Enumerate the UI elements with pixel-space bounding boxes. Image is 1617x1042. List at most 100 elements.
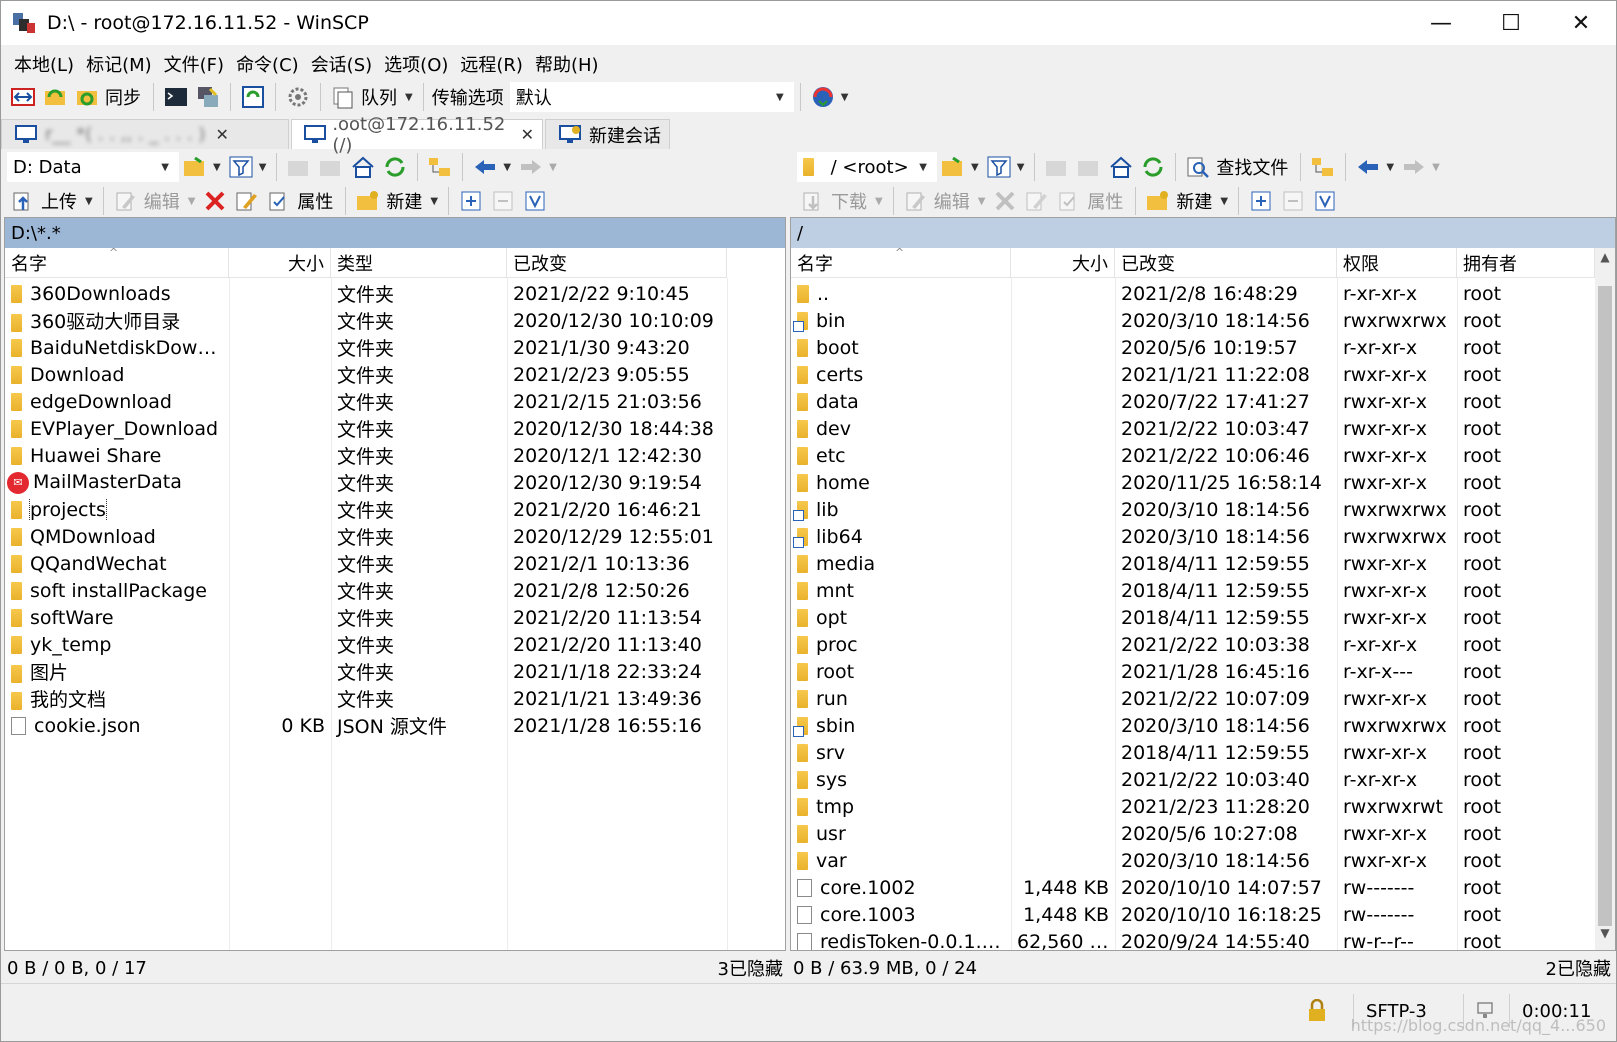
edit-button[interactable]: 编辑: [144, 188, 180, 214]
menu-commands[interactable]: 命令(C): [231, 51, 304, 77]
close-tab-icon[interactable]: ✕: [521, 125, 534, 144]
col-header-name[interactable]: 名字 ^: [791, 246, 1011, 278]
tree-view-icon[interactable]: [1310, 154, 1336, 180]
col-header-size[interactable]: 大小: [229, 248, 331, 278]
upload-icon[interactable]: [10, 188, 36, 214]
table-row[interactable]: etc 2021/2/22 10:06:46 rwxr-xr-x root: [791, 442, 1595, 469]
edit-icon[interactable]: [113, 188, 139, 214]
local-path-bar[interactable]: D:\*.*: [5, 218, 785, 248]
back-dropdown-icon[interactable]: ▼: [503, 162, 511, 173]
home-icon[interactable]: [350, 154, 376, 180]
tree-view-icon[interactable]: [427, 154, 453, 180]
refresh-icon[interactable]: [1140, 154, 1166, 180]
new-folder-icon[interactable]: [355, 188, 381, 214]
filter-select-icon[interactable]: [1312, 188, 1338, 214]
col-header-modified[interactable]: 已改变: [1115, 248, 1337, 278]
table-row[interactable]: 我的文档 文件夹 2021/1/21 13:49:36: [5, 685, 727, 712]
sync-globe-icon[interactable]: [810, 84, 836, 110]
close-tab-icon[interactable]: ✕: [215, 125, 228, 144]
table-row[interactable]: projects 文件夹 2021/2/20 16:46:21: [5, 496, 727, 523]
root-folder-icon[interactable]: [1076, 154, 1102, 180]
download-button[interactable]: 下载: [831, 188, 867, 214]
find-files-icon[interactable]: [1185, 154, 1211, 180]
queue-button[interactable]: 队列: [361, 84, 397, 110]
table-row[interactable]: media 2018/4/11 12:59:55 rwxr-xr-x root: [791, 550, 1595, 577]
col-header-type[interactable]: 类型: [331, 248, 507, 278]
table-row[interactable]: yk_temp 文件夹 2021/2/20 11:13:40: [5, 631, 727, 658]
table-row[interactable]: Download 文件夹 2021/2/23 9:05:55: [5, 361, 727, 388]
open-folder-dropdown-icon[interactable]: ▼: [213, 162, 221, 173]
sync-folder-icon[interactable]: [74, 84, 100, 110]
menu-remote[interactable]: 远程(R): [455, 51, 528, 77]
col-header-modified[interactable]: 已改变: [507, 248, 727, 278]
table-row[interactable]: mnt 2018/4/11 12:59:55 rwxr-xr-x root: [791, 577, 1595, 604]
edit-dropdown-icon[interactable]: ▼: [978, 196, 986, 207]
scrollbar-thumb[interactable]: [1598, 286, 1612, 926]
back-arrow-icon[interactable]: [1355, 154, 1381, 180]
parent-folder-icon[interactable]: [286, 154, 312, 180]
minimize-button[interactable]: —: [1406, 1, 1476, 45]
table-row[interactable]: cookie.json 0 KB JSON 源文件 2021/1/28 16:55:1…: [5, 712, 727, 739]
table-row[interactable]: run 2021/2/22 10:07:09 rwxr-xr-x root: [791, 685, 1595, 712]
menu-help[interactable]: 帮助(H): [530, 51, 604, 77]
edit-icon[interactable]: [903, 188, 929, 214]
back-arrow-icon[interactable]: [472, 154, 498, 180]
table-row[interactable]: .. 2021/2/8 16:48:29 r-xr-xr-x root: [791, 280, 1595, 307]
col-header-permissions[interactable]: 权限: [1337, 248, 1457, 278]
download-dropdown-icon[interactable]: ▼: [875, 196, 883, 207]
download-icon[interactable]: [800, 188, 826, 214]
open-folder-dropdown-icon[interactable]: ▼: [971, 162, 979, 173]
scroll-up-arrow-icon[interactable]: ▲: [1595, 250, 1615, 272]
parent-folder-icon[interactable]: [1044, 154, 1070, 180]
table-row[interactable]: data 2020/7/22 17:41:27 rwxr-xr-x root: [791, 388, 1595, 415]
putty-icon[interactable]: [195, 84, 221, 110]
table-row[interactable]: 360Downloads 文件夹 2021/2/22 9:10:45: [5, 280, 727, 307]
edit-button[interactable]: 编辑: [934, 188, 970, 214]
session-tab-1[interactable]: r__ *( . . ,, . _ . . . ) ✕: [1, 119, 289, 149]
open-folder-icon[interactable]: [182, 154, 208, 180]
filter-icon[interactable]: [986, 154, 1012, 180]
local-drive-select[interactable]: D: Data ▼: [7, 152, 179, 182]
root-folder-icon[interactable]: [318, 154, 344, 180]
table-row[interactable]: 360驱动大师目录 文件夹 2020/12/30 10:10:09: [5, 307, 727, 334]
upload-dropdown-icon[interactable]: ▼: [85, 196, 93, 207]
compare-directories-icon[interactable]: [10, 84, 36, 110]
col-header-owner[interactable]: 拥有者: [1457, 248, 1595, 278]
new-button[interactable]: 新建: [1176, 188, 1212, 214]
open-folder-icon[interactable]: [940, 154, 966, 180]
col-header-size[interactable]: 大小: [1011, 248, 1115, 278]
table-row[interactable]: boot 2020/5/6 10:19:57 r-xr-xr-x root: [791, 334, 1595, 361]
table-row[interactable]: usr 2020/5/6 10:27:08 rwxr-xr-x root: [791, 820, 1595, 847]
home-icon[interactable]: [1108, 154, 1134, 180]
table-row[interactable]: sbin 2020/3/10 18:14:56 rwxrwxrwx root: [791, 712, 1595, 739]
table-row[interactable]: var 2020/3/10 18:14:56 rwxr-xr-x root: [791, 847, 1595, 874]
session-tab-2[interactable]: .oot@172.16.11.52 (/) ✕: [291, 114, 543, 156]
table-row[interactable]: opt 2018/4/11 12:59:55 rwxr-xr-x root: [791, 604, 1595, 631]
sync-dropdown-arrow-icon[interactable]: ▼: [841, 92, 849, 103]
new-dropdown-icon[interactable]: ▼: [430, 196, 438, 207]
forward-dropdown-icon[interactable]: ▼: [1432, 162, 1440, 173]
preferences-gear-icon[interactable]: [285, 84, 311, 110]
table-row[interactable]: 图片 文件夹 2021/1/18 22:33:24: [5, 658, 727, 685]
table-row[interactable]: srv 2018/4/11 12:59:55 rwxr-xr-x root: [791, 739, 1595, 766]
scroll-down-arrow-icon[interactable]: ▼: [1595, 926, 1615, 948]
refresh-panel-icon[interactable]: [240, 84, 266, 110]
table-row[interactable]: edgeDownload 文件夹 2021/2/15 21:03:56: [5, 388, 727, 415]
forward-arrow-icon[interactable]: [1401, 154, 1427, 180]
new-session-tab[interactable]: 新建会话: [545, 119, 670, 149]
table-row[interactable]: certs 2021/1/21 11:22:08 rwxr-xr-x root: [791, 361, 1595, 388]
queue-dropdown-arrow-icon[interactable]: ▼: [405, 92, 413, 103]
table-row[interactable]: root 2021/1/28 16:45:16 r-xr-x--- root: [791, 658, 1595, 685]
console-icon[interactable]: [163, 84, 189, 110]
queue-icon[interactable]: [330, 84, 356, 110]
table-row[interactable]: EVPlayer_Download 文件夹 2020/12/30 18:44:38: [5, 415, 727, 442]
menu-session[interactable]: 会话(S): [306, 51, 377, 77]
table-row[interactable]: softWare 文件夹 2021/2/20 11:13:54: [5, 604, 727, 631]
delete-icon[interactable]: [992, 188, 1018, 214]
table-row[interactable]: soft installPackage 文件夹 2021/2/8 12:50:26: [5, 577, 727, 604]
table-row[interactable]: Huawei Share 文件夹 2020/12/1 12:42:30: [5, 442, 727, 469]
menu-local[interactable]: 本地(L): [9, 51, 79, 77]
new-dropdown-icon[interactable]: ▼: [1220, 196, 1228, 207]
table-row[interactable]: core.1002 1,448 KB 2020/10/10 14:07:57 rw--…: [791, 874, 1595, 901]
table-row[interactable]: lib 2020/3/10 18:14:56 rwxrwxrwx root: [791, 496, 1595, 523]
